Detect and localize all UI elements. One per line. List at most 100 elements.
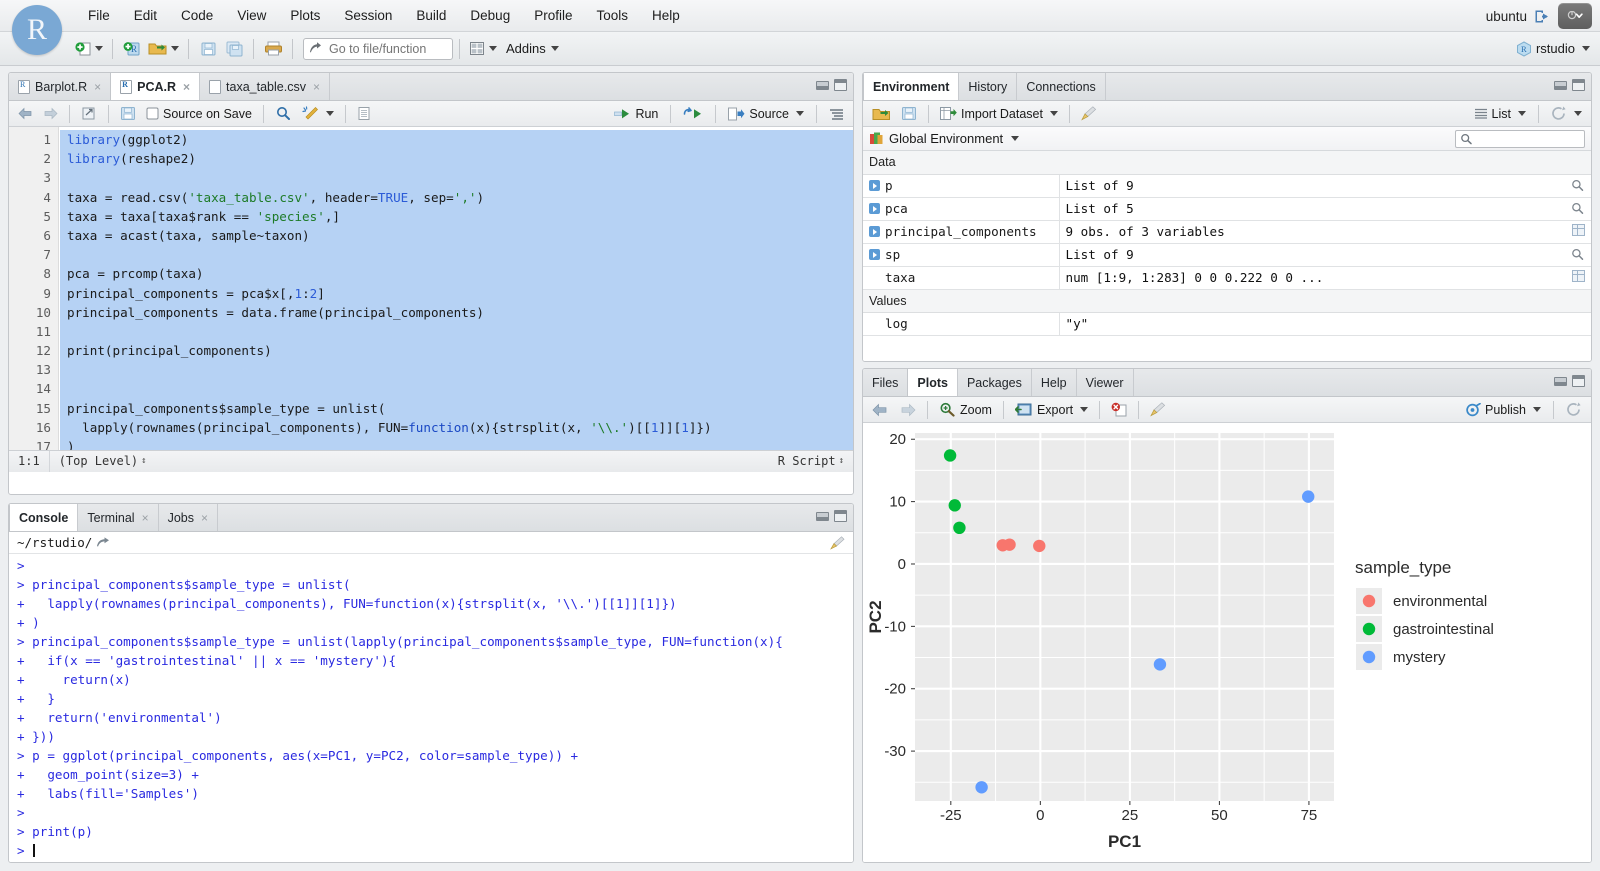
- clear-console-icon[interactable]: [830, 535, 845, 550]
- tab-connections[interactable]: Connections: [1017, 73, 1106, 100]
- clear-environment-button[interactable]: [1077, 103, 1101, 125]
- code-line[interactable]: principal_components$sample_type = unlis…: [60, 398, 853, 418]
- code-line[interactable]: library(ggplot2): [60, 130, 853, 150]
- code-line[interactable]: library(reshape2): [60, 149, 853, 169]
- close-icon[interactable]: ×: [201, 511, 208, 525]
- menu-item-view[interactable]: View: [225, 0, 278, 32]
- maximize-icon[interactable]: [834, 510, 847, 522]
- menu-item-profile[interactable]: Profile: [522, 0, 584, 32]
- object-action-cell[interactable]: [1565, 312, 1591, 336]
- tab-barplot-r[interactable]: Barplot.R ×: [9, 73, 112, 100]
- code-line[interactable]: pca = prcomp(taxa): [60, 264, 853, 284]
- save-document-button[interactable]: [116, 103, 140, 125]
- publish-caret-icon[interactable]: [1533, 407, 1541, 412]
- close-icon[interactable]: ×: [313, 80, 320, 94]
- editor-code-area[interactable]: library(ggplot2) library(reshape2) taxa =…: [60, 127, 853, 472]
- save-workspace-button[interactable]: [897, 103, 921, 125]
- goto-file-function-input[interactable]: [327, 40, 445, 57]
- forward-button[interactable]: [39, 103, 62, 125]
- code-tools-caret-icon[interactable]: [325, 111, 334, 116]
- plot-display-area[interactable]: -25 0 25 50 75 -30 -20 -10 0 10 20 PC1 PC2 sample_typ…: [863, 423, 1591, 862]
- import-dataset-caret-icon[interactable]: [1049, 111, 1058, 116]
- environment-row[interactable]: taxa num [1:9, 1:283] 0 0 0.222 0 0 ...: [863, 266, 1591, 290]
- session-power-menu-button[interactable]: [1558, 3, 1592, 29]
- clear-all-plots-button[interactable]: [1146, 399, 1170, 421]
- tab-pca-r[interactable]: PCA.R ×: [110, 73, 201, 100]
- source-on-save-checkbox[interactable]: Source on Save: [142, 103, 256, 125]
- console-output[interactable]: > > principal_components$sample_type = u…: [9, 554, 853, 862]
- code-line[interactable]: print(principal_components): [60, 341, 853, 361]
- run-button[interactable]: Run: [610, 103, 662, 125]
- menu-item-session[interactable]: Session: [332, 0, 404, 32]
- view-in-files-icon[interactable]: [96, 536, 110, 549]
- minimize-icon[interactable]: [1554, 376, 1567, 386]
- menu-item-edit[interactable]: Edit: [122, 0, 169, 32]
- tab-packages[interactable]: Packages: [958, 369, 1032, 396]
- maximize-icon[interactable]: [834, 79, 847, 91]
- view-data-grid-icon[interactable]: [1571, 224, 1585, 236]
- scope-selector[interactable]: (Top Level) ↕: [50, 451, 156, 473]
- open-file-button[interactable]: [145, 36, 182, 62]
- code-line[interactable]: [60, 168, 853, 188]
- scope-caret-icon[interactable]: [1011, 136, 1020, 141]
- expand-icon[interactable]: [869, 226, 880, 237]
- source-script-button[interactable]: Source: [724, 103, 808, 125]
- save-all-button[interactable]: [221, 36, 247, 62]
- code-line[interactable]: taxa = acast(taxa, sample~taxon): [60, 225, 853, 246]
- view-mode-caret-icon[interactable]: [1518, 111, 1526, 116]
- object-action-cell[interactable]: [1565, 243, 1591, 267]
- compile-report-button[interactable]: [353, 103, 375, 125]
- menu-item-build[interactable]: Build: [404, 0, 458, 32]
- expand-icon[interactable]: [869, 203, 880, 214]
- tab-terminal[interactable]: Terminal ×: [78, 504, 159, 531]
- code-line[interactable]: [60, 379, 853, 399]
- close-icon[interactable]: ×: [94, 80, 101, 94]
- tab-console[interactable]: Console: [9, 504, 79, 531]
- file-type-updown-icon[interactable]: ↕: [839, 457, 844, 466]
- rstudio-user-label[interactable]: rstudio: [1536, 41, 1575, 56]
- code-tools-button[interactable]: [298, 103, 338, 125]
- scope-updown-icon[interactable]: ↕: [141, 457, 146, 466]
- object-action-cell[interactable]: [1565, 197, 1591, 221]
- back-button[interactable]: [14, 103, 37, 125]
- code-line[interactable]: [60, 245, 853, 265]
- source-caret-icon[interactable]: [796, 111, 804, 116]
- addins-label[interactable]: Addins: [506, 41, 546, 56]
- environment-row[interactable]: p List of 9: [863, 174, 1591, 198]
- tab-taxa-table-csv[interactable]: taxa_table.csv ×: [200, 73, 330, 100]
- environment-view-selector[interactable]: List: [1470, 103, 1530, 125]
- code-line[interactable]: principal_components = data.frame(princi…: [60, 302, 853, 322]
- menu-item-file[interactable]: File: [76, 0, 122, 32]
- minimize-icon[interactable]: [816, 80, 829, 90]
- menu-item-help[interactable]: Help: [640, 0, 692, 32]
- remove-plot-button[interactable]: [1107, 399, 1131, 421]
- refresh-environment-button[interactable]: [1547, 103, 1586, 125]
- magnifier-icon[interactable]: [1571, 179, 1585, 192]
- object-action-cell[interactable]: [1565, 174, 1591, 198]
- rerun-button[interactable]: [679, 103, 707, 125]
- tab-viewer[interactable]: Viewer: [1077, 369, 1134, 396]
- maximize-icon[interactable]: [1572, 375, 1585, 387]
- view-data-grid-icon[interactable]: [1571, 270, 1585, 282]
- file-type-selector[interactable]: R Script ↕: [769, 451, 853, 473]
- publish-button[interactable]: Publish: [1461, 399, 1545, 421]
- tab-files[interactable]: Files: [863, 369, 909, 396]
- print-button[interactable]: [260, 36, 286, 62]
- tab-jobs[interactable]: Jobs ×: [159, 504, 218, 531]
- zoom-plot-button[interactable]: Zoom: [935, 399, 996, 421]
- tab-help[interactable]: Help: [1032, 369, 1077, 396]
- close-icon[interactable]: ×: [183, 80, 190, 94]
- environment-row[interactable]: pca List of 5: [863, 197, 1591, 221]
- tab-history[interactable]: History: [959, 73, 1018, 100]
- export-plot-button[interactable]: Export: [1011, 399, 1092, 421]
- document-outline-button[interactable]: [825, 103, 848, 125]
- minimize-icon[interactable]: [816, 511, 829, 521]
- show-in-new-window-button[interactable]: [77, 103, 101, 125]
- object-action-cell[interactable]: [1565, 220, 1591, 244]
- environment-row[interactable]: log "y": [863, 312, 1591, 336]
- environment-row[interactable]: sp List of 9: [863, 243, 1591, 267]
- minimize-icon[interactable]: [1554, 80, 1567, 90]
- maximize-icon[interactable]: [1572, 79, 1585, 91]
- code-line[interactable]: principal_components = pca$x[,1:2]: [60, 283, 853, 303]
- environment-search-box[interactable]: [1455, 129, 1585, 148]
